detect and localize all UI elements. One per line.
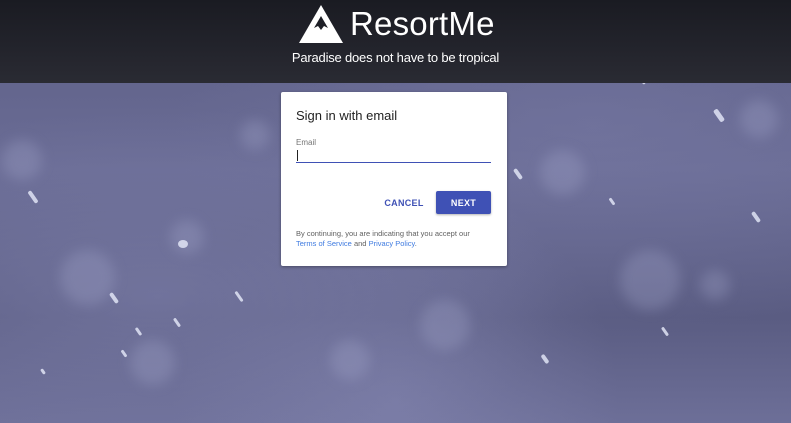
terms-of-service-link[interactable]: Terms of Service bbox=[296, 239, 352, 248]
snow-streak bbox=[27, 190, 39, 204]
bokeh-decoration bbox=[700, 270, 730, 300]
snow-streak bbox=[40, 368, 46, 375]
legal-text: By continuing, you are indicating that y… bbox=[296, 229, 470, 238]
snow-streak bbox=[108, 291, 120, 305]
bokeh-decoration bbox=[740, 100, 778, 138]
snow-streak bbox=[134, 326, 143, 337]
brand-name: ResortMe bbox=[350, 5, 495, 42]
header: ResortMe Paradise does not have to be tr… bbox=[0, 0, 791, 83]
text-caret bbox=[297, 150, 298, 161]
snow-streak bbox=[172, 317, 182, 328]
snow-streak bbox=[750, 210, 762, 224]
snow-streak bbox=[540, 353, 550, 365]
bokeh-decoration bbox=[170, 220, 204, 254]
bokeh-decoration bbox=[620, 250, 680, 310]
snow-streak bbox=[120, 349, 128, 358]
bokeh-decoration bbox=[240, 120, 270, 150]
signin-title: Sign in with email bbox=[296, 108, 398, 123]
email-label: Email bbox=[296, 138, 317, 147]
bokeh-decoration bbox=[60, 250, 115, 305]
snow-streak bbox=[608, 197, 616, 206]
bokeh-decoration bbox=[540, 150, 585, 195]
bokeh-decoration bbox=[420, 300, 470, 350]
snow-streak bbox=[512, 167, 524, 181]
signin-card: Sign in with email Email CANCEL NEXT By … bbox=[281, 92, 507, 266]
page: ResortMe Paradise does not have to be tr… bbox=[0, 0, 791, 423]
privacy-policy-link[interactable]: Privacy Policy bbox=[369, 239, 415, 248]
bokeh-decoration bbox=[330, 340, 370, 380]
bokeh-decoration bbox=[2, 140, 42, 180]
snow-streak bbox=[660, 326, 670, 337]
legal-and-text: and bbox=[353, 239, 367, 248]
cancel-button[interactable]: CANCEL bbox=[378, 192, 430, 214]
mountain-triangle-icon bbox=[299, 5, 343, 43]
bokeh-decoration bbox=[130, 340, 175, 385]
snow-streak bbox=[234, 290, 244, 303]
next-button[interactable]: NEXT bbox=[436, 191, 491, 214]
snow-streak bbox=[178, 240, 188, 248]
legal-period: . bbox=[414, 239, 417, 248]
email-field[interactable] bbox=[296, 148, 491, 163]
brand[interactable]: ResortMe bbox=[298, 3, 495, 45]
snow-streak bbox=[712, 108, 726, 123]
tagline: Paradise does not have to be tropical bbox=[291, 50, 500, 65]
legal-notice: By continuing, you are indicating that y… bbox=[296, 229, 496, 249]
